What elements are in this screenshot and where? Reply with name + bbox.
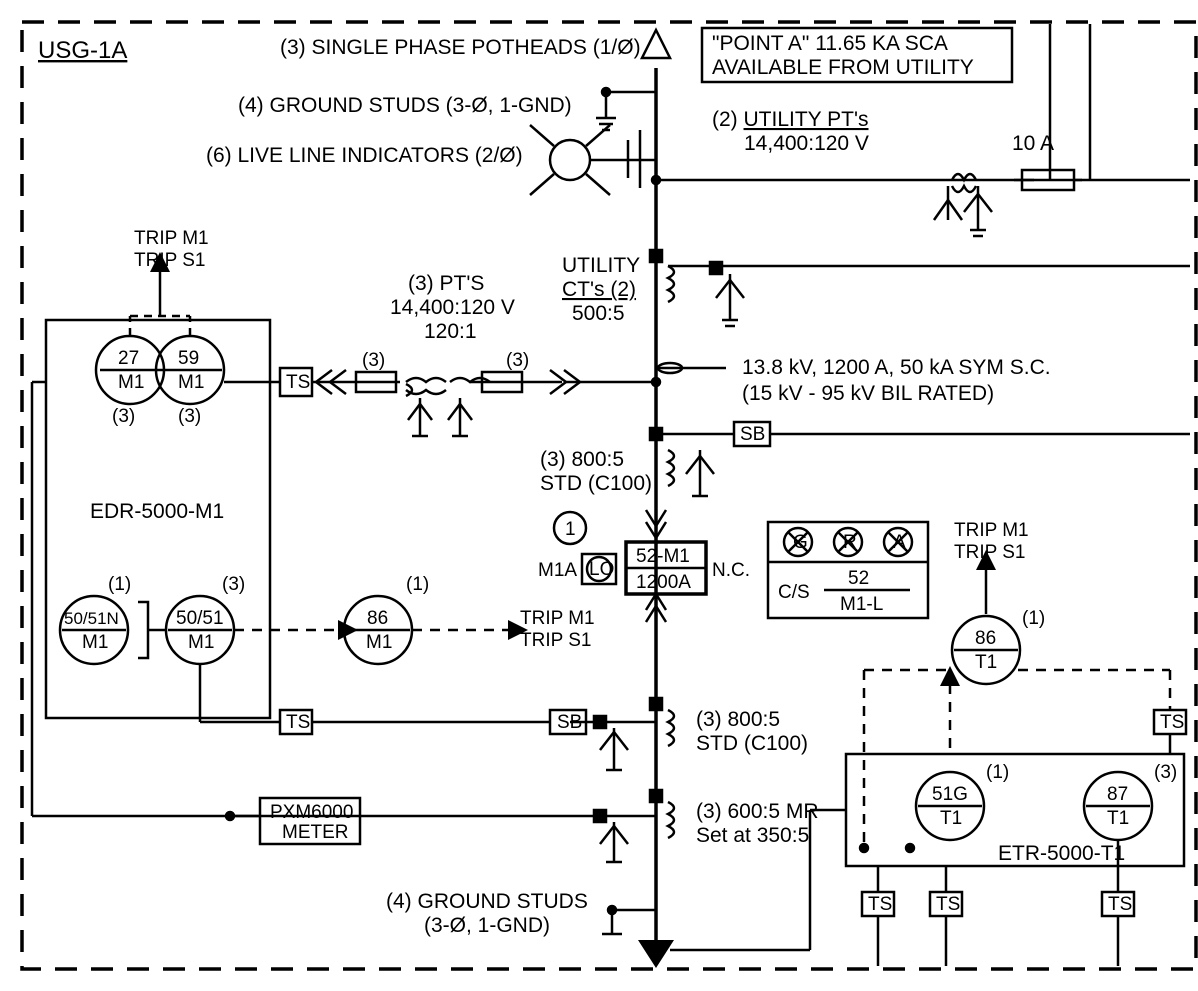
panel-title: USG-1A <box>38 37 127 64</box>
svg-text:86: 86 <box>975 628 996 649</box>
svg-text:52: 52 <box>848 568 869 589</box>
svg-text:LO: LO <box>589 559 614 580</box>
label-pts-header: (3) PT'S <box>408 272 484 295</box>
svg-text:M1: M1 <box>118 372 144 393</box>
svg-text:STD (C100): STD (C100) <box>540 472 652 495</box>
label-utility-pt-ratio: 14,400:120 V <box>744 132 869 155</box>
svg-text:86: 86 <box>367 608 388 629</box>
bottom-ground-branch <box>602 906 656 934</box>
svg-text:50/51: 50/51 <box>176 608 224 629</box>
outgoing-triangle-icon <box>638 940 674 968</box>
svg-text:M1-L: M1-L <box>840 594 883 615</box>
svg-text:(3): (3) <box>506 350 529 371</box>
svg-text:R: R <box>843 532 857 553</box>
svg-text:T1: T1 <box>975 652 997 673</box>
svg-text:(3): (3) <box>222 574 245 595</box>
label-potheads: (3) SINGLE PHASE POTHEADS (1/Ø) <box>280 36 641 59</box>
svg-text:500:5: 500:5 <box>572 302 625 325</box>
svg-text:(3): (3) <box>112 406 135 427</box>
svg-text:N.C.: N.C. <box>712 560 750 581</box>
svg-text:(3): (3) <box>178 406 201 427</box>
svg-text:(3): (3) <box>1154 762 1177 783</box>
ct-800-upper: SB <box>650 422 1190 496</box>
svg-text:M1: M1 <box>188 632 214 653</box>
svg-text:52-M1: 52-M1 <box>636 546 690 567</box>
utility-pt-branch <box>652 170 1190 236</box>
label-ct800b-1: (3) 800:5 <box>696 708 780 731</box>
svg-text:TS: TS <box>1108 894 1132 915</box>
svg-text:T1: T1 <box>940 808 962 829</box>
svg-text:CT's (2): CT's (2) <box>562 278 636 301</box>
ct-600 <box>32 790 674 862</box>
svg-text:TRIP S1: TRIP S1 <box>134 250 205 271</box>
svg-text:PXM6000: PXM6000 <box>270 802 353 823</box>
svg-text:METER: METER <box>282 822 349 843</box>
svg-text:G: G <box>793 532 808 553</box>
svg-text:1: 1 <box>565 519 576 540</box>
svg-text:EDR-5000-M1: EDR-5000-M1 <box>90 500 224 523</box>
breaker-52-m1: 52-M1 1200A 1 LO M1A N.C. <box>538 510 750 622</box>
live-line-indicator-icon <box>530 125 656 195</box>
label-bus-rating-1: 13.8 kV, 1200 A, 50 kA SYM S.C. <box>742 356 1051 379</box>
svg-text:(1): (1) <box>986 762 1009 783</box>
svg-text:STD (C100): STD (C100) <box>696 732 808 755</box>
svg-text:(3-Ø, 1-GND): (3-Ø, 1-GND) <box>424 914 550 937</box>
svg-text:51G: 51G <box>932 784 968 805</box>
bus-rating-tap-icon <box>656 363 726 373</box>
incoming-triangle-icon <box>642 30 670 58</box>
svg-text:TRIP M1: TRIP M1 <box>954 520 1029 541</box>
svg-text:87: 87 <box>1107 784 1128 805</box>
svg-text:M1: M1 <box>366 632 392 653</box>
svg-text:Set at 350:5: Set at 350:5 <box>696 824 809 847</box>
label-bottom-gnd-1: (4) GROUND STUDS <box>386 890 588 913</box>
svg-text:TRIP S1: TRIP S1 <box>954 542 1025 563</box>
one-line-diagram: USG-1A (3) SINGLE PHASE POTHEADS (1/Ø) (… <box>10 10 1198 981</box>
gra-cs-panel: G R A C/S 52 M1-L <box>768 522 928 618</box>
svg-text:TS: TS <box>1160 712 1184 733</box>
svg-text:59: 59 <box>178 348 199 369</box>
svg-text:M1A: M1A <box>538 560 577 581</box>
svg-text:(2) UTILITY PT's: (2) UTILITY PT's <box>712 108 869 131</box>
svg-text:TRIP S1: TRIP S1 <box>520 630 591 651</box>
label-live-line-ind: (6) LIVE LINE INDICATORS (2/Ø) <box>206 144 523 167</box>
label-10a-fuse: 10 A <box>1012 132 1054 155</box>
svg-text:TS: TS <box>936 894 960 915</box>
svg-text:TS: TS <box>286 712 310 733</box>
svg-text:SB: SB <box>740 424 765 445</box>
label-ct800-1: (3) 800:5 <box>540 448 624 471</box>
label-ct600-1: (3) 600:5 MR <box>696 800 819 823</box>
svg-text:120:1: 120:1 <box>424 320 477 343</box>
svg-text:TRIP M1: TRIP M1 <box>520 608 595 629</box>
svg-text:27: 27 <box>118 348 139 369</box>
svg-text:(1): (1) <box>108 574 131 595</box>
panel-border <box>22 22 1196 969</box>
svg-text:M1: M1 <box>178 372 204 393</box>
svg-text:(1): (1) <box>406 574 429 595</box>
svg-text:"POINT A" 11.65 KA SCA: "POINT A" 11.65 KA SCA <box>712 32 948 55</box>
point-a-box: "POINT A" 11.65 KA SCA AVAILABLE FROM UT… <box>702 28 1012 82</box>
top-ground-branch <box>596 88 656 130</box>
svg-text:TS: TS <box>868 894 892 915</box>
label-bus-rating-2: (15 kV - 95 kV BIL RATED) <box>742 382 994 405</box>
label-ground-studs: (4) GROUND STUDS (3-Ø, 1-GND) <box>238 94 572 117</box>
pxm6000-meter: PXM6000 METER <box>230 798 360 844</box>
svg-text:TS: TS <box>286 372 310 393</box>
svg-text:C/S: C/S <box>778 582 810 603</box>
svg-text:AVAILABLE FROM UTILITY: AVAILABLE FROM UTILITY <box>712 56 974 79</box>
svg-text:ETR-5000-T1: ETR-5000-T1 <box>998 842 1125 865</box>
svg-text:SB: SB <box>557 712 582 733</box>
svg-text:(1): (1) <box>1022 608 1045 629</box>
utility-ct-icon <box>650 250 1190 326</box>
svg-text:TRIP M1: TRIP M1 <box>134 228 209 249</box>
svg-text:T1: T1 <box>1107 808 1129 829</box>
svg-text:A: A <box>893 532 906 553</box>
svg-text:M1: M1 <box>82 632 108 653</box>
svg-text:(3): (3) <box>362 350 385 371</box>
oc-relays: 50/51N M1 50/51 M1 86 M1 (1) (3) (1) TRI… <box>60 574 595 734</box>
svg-text:1200A: 1200A <box>636 572 691 593</box>
svg-text:50/51N: 50/51N <box>64 609 119 628</box>
label-utility-ct-1: UTILITY <box>562 254 640 277</box>
svg-text:14,400:120 V: 14,400:120 V <box>390 296 515 319</box>
